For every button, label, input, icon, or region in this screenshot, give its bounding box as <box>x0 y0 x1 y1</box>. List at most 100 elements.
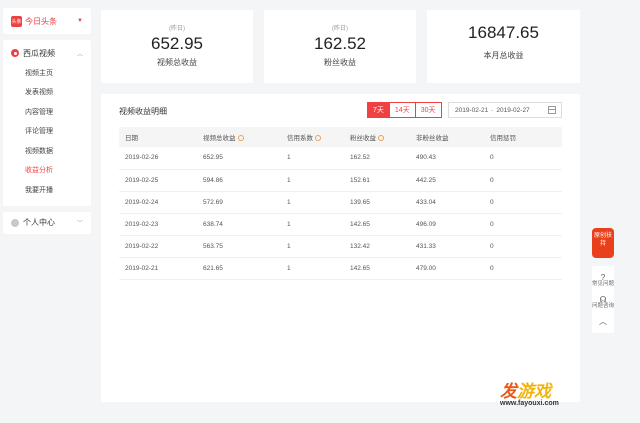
cell-credit-penalty: 0 <box>484 147 562 170</box>
floating-toolbar: 原创扶持 ? 常见问题 ☊ 问题咨询 ︿ <box>592 228 614 333</box>
sidebar-item-content-manage[interactable]: 内容管理 <box>3 102 91 122</box>
stat-value: 652.95 <box>151 34 203 53</box>
user-center-menu[interactable]: 个人中心 ﹀ <box>3 211 91 234</box>
revenue-table: 日期 视频总收益 信用系数 粉丝收益 非粉丝收益 信用惩罚 2019-02-26… <box>119 127 562 280</box>
xigua-video-icon <box>11 49 19 57</box>
question-icon: ? <box>600 273 606 282</box>
toutiao-logo-icon: 头条 <box>11 15 22 27</box>
cell-credit-penalty: 0 <box>484 191 562 214</box>
stat-card-fan-revenue: (昨日) 162.52 粉丝收益 <box>264 10 416 83</box>
cell-fan-revenue: 142.65 <box>344 257 410 280</box>
stat-card-video-revenue: (昨日) 652.95 视频总收益 <box>101 10 253 83</box>
watermark: 发游戏 www.fayouxi.com <box>500 377 559 407</box>
help-icon[interactable] <box>378 135 384 142</box>
back-to-top-button[interactable]: ︿ <box>592 314 614 329</box>
cell-video-revenue: 594.86 <box>197 169 281 192</box>
sidebar: 头条 今日头条 ▼ 西瓜视频 ︿ 视频主页 发表视频 内容管理 评论管理 视频数… <box>3 8 91 234</box>
original-support-label: 原创扶持 <box>593 233 612 247</box>
header-credit-penalty: 信用惩罚 <box>484 127 562 147</box>
cell-date: 2019-02-24 <box>119 191 197 214</box>
header-non-fan-revenue: 非粉丝收益 <box>410 127 484 147</box>
cell-credit-penalty: 0 <box>484 213 562 236</box>
cell-video-revenue: 621.65 <box>197 257 281 280</box>
range-selector: 7天 14天 30天 <box>367 102 442 118</box>
faq-label: 常见问题 <box>592 281 615 287</box>
faq-button[interactable]: ? 常见问题 <box>592 270 614 292</box>
table-row: 2019-02-22 563.75 1 132.42 431.33 0 <box>119 235 562 258</box>
cell-video-revenue: 652.95 <box>197 147 281 170</box>
cell-credit-factor: 1 <box>281 235 344 258</box>
sidebar-item-go-live[interactable]: 我要开播 <box>3 180 91 200</box>
cell-date: 2019-02-22 <box>119 235 197 258</box>
header-credit-factor: 信用系数 <box>281 127 344 147</box>
cell-date: 2019-02-26 <box>119 147 197 170</box>
cell-fan-revenue: 132.42 <box>344 235 410 258</box>
chevron-down-icon: ﹀ <box>76 221 83 227</box>
cell-non-fan-revenue: 479.00 <box>410 257 484 280</box>
range-7-days-button[interactable]: 7天 <box>367 102 390 118</box>
calendar-icon <box>548 106 556 114</box>
caret-down-icon: ▼ <box>77 18 83 24</box>
sidebar-item-video-data[interactable]: 视频数据 <box>3 141 91 161</box>
cell-fan-revenue: 152.61 <box>344 169 410 192</box>
stat-value: 162.52 <box>314 34 366 53</box>
sidebar-item-publish-video[interactable]: 发表视频 <box>3 83 91 103</box>
headset-icon: ☊ <box>599 295 607 304</box>
header-date: 日期 <box>119 127 197 147</box>
help-icon[interactable] <box>315 135 321 142</box>
date-range-picker[interactable]: 2019-02-21 - 2019-02-27 <box>448 102 562 118</box>
panel-title: 视频收益明细 <box>119 107 167 116</box>
sidebar-item-video-home[interactable]: 视频主页 <box>3 63 91 83</box>
cell-credit-penalty: 0 <box>484 235 562 258</box>
help-icon[interactable] <box>237 135 244 142</box>
date-separator: - <box>491 106 494 114</box>
header-video-revenue: 视频总收益 <box>197 127 281 147</box>
revenue-detail-panel: 视频收益明细 7天 14天 30天 2019-02-21 - 2019-02-2… <box>101 94 580 402</box>
table-row: 2019-02-25 594.86 1 152.61 442.25 0 <box>119 169 562 192</box>
cell-credit-penalty: 0 <box>484 169 562 192</box>
cell-credit-factor: 1 <box>281 147 344 170</box>
brand-menu[interactable]: 头条 今日头条 ▼ <box>3 8 91 34</box>
date-to: 2019-02-27 <box>496 106 530 114</box>
date-from: 2019-02-21 <box>455 106 489 114</box>
original-support-badge[interactable]: 原创扶持 <box>592 228 614 258</box>
stat-value: 16847.65 <box>468 23 539 42</box>
cell-non-fan-revenue: 496.09 <box>410 213 484 236</box>
cell-video-revenue: 638.74 <box>197 213 281 236</box>
consult-button[interactable]: ☊ 问题咨询 <box>592 292 614 314</box>
xigua-section: 西瓜视频 ︿ 视频主页 发表视频 内容管理 评论管理 视频数据 收益分析 我要开… <box>3 40 91 206</box>
section-header-xigua[interactable]: 西瓜视频 ︿ <box>3 43 91 63</box>
section-title: 西瓜视频 <box>23 48 55 58</box>
consult-label: 问题咨询 <box>592 303 615 309</box>
brand-name: 今日头条 <box>25 16 57 26</box>
cell-fan-revenue: 142.65 <box>344 213 410 236</box>
stat-label: 粉丝收益 <box>324 58 356 67</box>
cell-video-revenue: 572.69 <box>197 191 281 214</box>
stat-card-month-revenue: 16847.65 本月总收益 <box>427 10 580 83</box>
cell-non-fan-revenue: 490.43 <box>410 147 484 170</box>
range-14-days-button[interactable]: 14天 <box>388 102 416 118</box>
user-icon <box>11 218 19 227</box>
watermark-url: www.fayouxi.com <box>500 400 559 407</box>
sidebar-item-comment-manage[interactable]: 评论管理 <box>3 122 91 142</box>
sidebar-item-revenue-analysis[interactable]: 收益分析 <box>3 161 91 181</box>
cell-credit-penalty: 0 <box>484 257 562 280</box>
table-row: 2019-02-23 638.74 1 142.65 496.09 0 <box>119 213 562 236</box>
cell-fan-revenue: 139.65 <box>344 191 410 214</box>
cell-date: 2019-02-23 <box>119 213 197 236</box>
table-row: 2019-02-24 572.69 1 139.65 433.04 0 <box>119 191 562 214</box>
watermark-logo: 发游戏 <box>500 382 551 401</box>
table-row: 2019-02-21 621.65 1 142.65 479.00 0 <box>119 257 562 280</box>
user-center-label: 个人中心 <box>23 218 55 227</box>
cell-non-fan-revenue: 433.04 <box>410 191 484 214</box>
cell-credit-factor: 1 <box>281 213 344 236</box>
chevron-up-icon: ︿ <box>599 317 607 326</box>
cell-credit-factor: 1 <box>281 169 344 192</box>
cell-credit-factor: 1 <box>281 257 344 280</box>
cell-date: 2019-02-25 <box>119 169 197 192</box>
cell-credit-factor: 1 <box>281 191 344 214</box>
range-30-days-button[interactable]: 30天 <box>414 102 442 118</box>
stat-label: 视频总收益 <box>157 58 197 67</box>
stat-label: 本月总收益 <box>483 51 524 60</box>
chevron-up-icon: ︿ <box>76 51 83 58</box>
